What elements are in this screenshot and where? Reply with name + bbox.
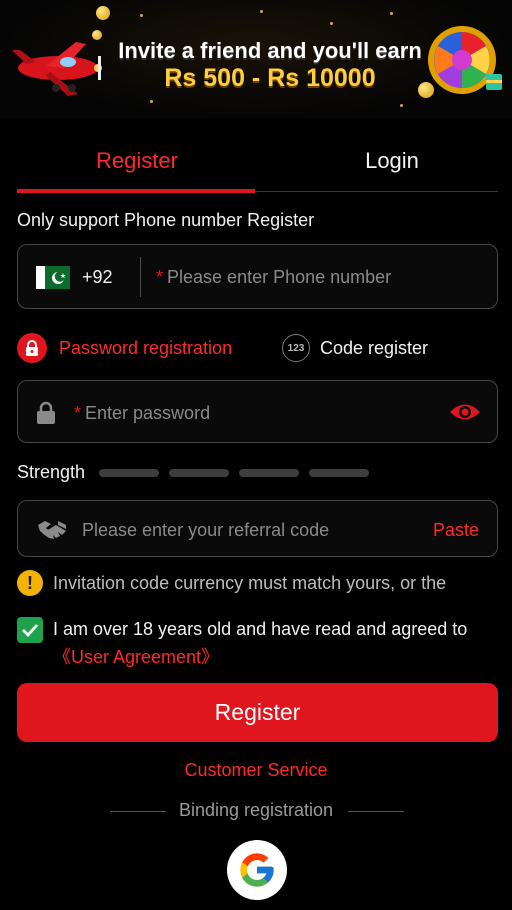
phone-placeholder: Please enter Phone number xyxy=(167,267,392,287)
phone-input[interactable]: * Please enter Phone number xyxy=(156,267,391,288)
strength-segment xyxy=(239,469,299,477)
referral-input[interactable]: Please enter your referral code xyxy=(82,520,329,541)
age-agreement-checkbox[interactable] xyxy=(17,617,43,643)
field-divider xyxy=(140,257,141,297)
paste-button[interactable]: Paste xyxy=(433,520,479,541)
banner-reward: Rs 500 - Rs 10000 xyxy=(164,64,376,92)
required-mark: * xyxy=(74,403,82,423)
register-button[interactable]: Register xyxy=(17,683,498,742)
handshake-icon xyxy=(38,521,66,539)
eye-icon[interactable] xyxy=(449,401,481,423)
required-mark: * xyxy=(156,267,164,287)
binding-registration-label: Binding registration xyxy=(178,800,334,820)
password-field[interactable]: * Enter password xyxy=(17,380,498,443)
customer-service-link[interactable]: Customer Service xyxy=(0,760,512,781)
banner-title: Invite a friend and you'll earn xyxy=(118,38,422,63)
tab-register[interactable]: Register xyxy=(17,140,257,193)
country-code[interactable]: +92 xyxy=(82,267,113,288)
lock-icon xyxy=(17,333,47,363)
warning-icon: ! xyxy=(17,570,43,596)
divider-line xyxy=(348,811,404,812)
code-register-label: Code register xyxy=(320,337,429,358)
google-login-button[interactable] xyxy=(227,840,287,900)
promo-banner[interactable]: Invite a friend and you'll earn Rs 500 -… xyxy=(0,0,512,118)
tab-login[interactable]: Login xyxy=(272,140,512,192)
register-mode-row: Password registration 123 Code register xyxy=(17,332,498,364)
register-hint: Only support Phone number Register xyxy=(17,210,315,230)
numeric-code-icon: 123 xyxy=(282,334,310,362)
google-icon xyxy=(240,853,274,887)
phone-field[interactable]: +92 * Please enter Phone number xyxy=(17,244,498,309)
password-registration-label: Password registration xyxy=(59,337,233,358)
code-register-option[interactable]: 123 Code register xyxy=(282,332,428,364)
strength-segment xyxy=(99,469,159,477)
agreement-text: I am over 18 years old and have read and… xyxy=(53,619,468,639)
strength-segment xyxy=(309,469,369,477)
check-icon xyxy=(22,624,39,637)
password-registration-option[interactable]: Password registration xyxy=(17,332,232,364)
lock-icon xyxy=(37,401,55,424)
referral-field[interactable]: Please enter your referral code Paste xyxy=(17,500,498,557)
plane-icon xyxy=(12,42,102,96)
currency-warning: ! Invitation code currency must match yo… xyxy=(17,570,446,596)
pakistan-flag-icon[interactable] xyxy=(36,266,70,289)
strength-label: Strength xyxy=(17,462,86,482)
prize-wheel-icon xyxy=(428,26,502,94)
strength-segment xyxy=(169,469,229,477)
password-input[interactable]: * Enter password xyxy=(74,403,210,424)
password-placeholder: Enter password xyxy=(85,403,211,423)
user-agreement-link[interactable]: 《User Agreement》 xyxy=(53,643,219,669)
warning-text: Invitation code currency must match your… xyxy=(53,572,447,593)
auth-tabs: Register Login xyxy=(17,140,498,193)
